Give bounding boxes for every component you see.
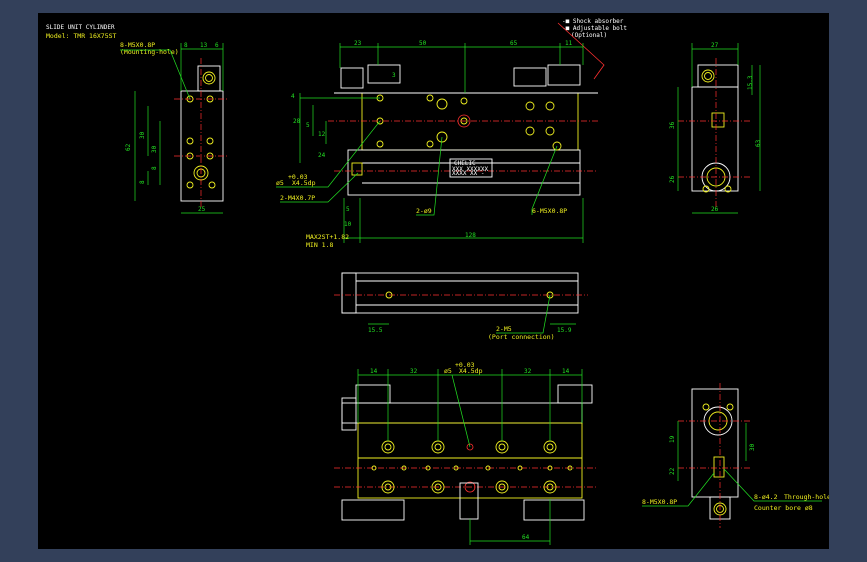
max-stroke-label: MAX2ST+1.82: [306, 233, 349, 241]
left-view: 8 13 6 8-M5X0.8P (Mounting-hole) 62 30 3…: [120, 41, 228, 214]
legend-item-optional: (Optional): [571, 32, 607, 39]
svg-text:63: 63: [755, 139, 762, 147]
svg-text:14: 14: [370, 368, 378, 375]
label-8-m5: 8-M5X0.8P: [642, 498, 677, 506]
svg-text:XXXX XX -: XXXX XX -: [452, 170, 485, 177]
drawing-canvas: .w{stroke:#ffffff;fill:none;stroke-width…: [38, 13, 829, 549]
svg-text:15.9: 15.9: [557, 327, 572, 334]
svg-text:6: 6: [215, 42, 219, 49]
svg-text:15.3: 15.3: [747, 75, 754, 90]
bottom-view: 14 32 32 14 ø5 +0.03 X4.5dp 64: [334, 361, 598, 545]
svg-text:30: 30: [139, 131, 146, 139]
svg-text:3: 3: [392, 72, 396, 79]
svg-text:24: 24: [318, 152, 326, 159]
svg-text:19: 19: [669, 435, 676, 443]
right-view: 27 15.3 63 36 26 26: [669, 42, 762, 214]
svg-text:26: 26: [711, 206, 719, 213]
cad-drawing: .w{stroke:#ffffff;fill:none;stroke-width…: [46, 18, 829, 545]
svg-text:28: 28: [293, 118, 301, 125]
legend-item-bolt: -■ Adjustable bolt: [562, 25, 627, 32]
svg-text:62: 62: [125, 143, 132, 151]
port-label: 2-M5: [496, 325, 512, 333]
svg-text:26: 26: [669, 175, 676, 183]
svg-text:X4.5dp: X4.5dp: [459, 367, 483, 375]
svg-text:36: 36: [669, 121, 676, 129]
length-dim: 128: [465, 232, 476, 239]
legend-item-shock: -■ Shock absorber: [562, 18, 624, 25]
svg-text:4: 4: [291, 93, 295, 100]
svg-text:65: 65: [510, 40, 518, 47]
svg-text:X4.5dp: X4.5dp: [292, 179, 316, 187]
svg-text:50: 50: [419, 40, 427, 47]
model-text: Model: TMR 16X75ST: [46, 32, 117, 40]
svg-text:8: 8: [184, 42, 188, 49]
svg-text:64: 64: [522, 534, 530, 541]
middle-view: 15.5 15.9 2-M5 (Port connection): [334, 272, 588, 341]
svg-text:27: 27: [711, 42, 719, 49]
svg-text:15.5: 15.5: [368, 327, 383, 334]
svg-text:14: 14: [562, 368, 570, 375]
svg-text:13: 13: [200, 42, 208, 49]
label-through-hole: 8-ø4.2: [754, 493, 778, 501]
min-label: MIN 1.8: [306, 241, 333, 249]
svg-text:23: 23: [354, 40, 362, 47]
svg-text:(Mounting-hole): (Mounting-hole): [120, 48, 179, 56]
svg-text:ø5: ø5: [444, 367, 452, 375]
window-frame: .w{stroke:#ffffff;fill:none;stroke-width…: [0, 0, 867, 562]
title-block: SLIDE UNIT CYLINDER Model: TMR 16X75ST: [46, 24, 117, 40]
front-view: CHELIC XXX XXXXXX XXXX XX - 23 50 65 11 …: [276, 40, 598, 249]
svg-text:25: 25: [198, 206, 206, 213]
svg-text:8: 8: [139, 180, 146, 184]
label-6-m5: 6-M5X0.8P: [532, 207, 567, 215]
svg-text:10: 10: [344, 221, 352, 228]
svg-text:32: 32: [410, 368, 418, 375]
svg-text:32: 32: [524, 368, 532, 375]
svg-text:Through-hole: Through-hole: [784, 493, 829, 501]
svg-text:30: 30: [749, 443, 756, 451]
label-2-m4: 2-M4X0.7P: [280, 194, 315, 202]
svg-text:11: 11: [565, 40, 573, 47]
label-2-phi9: 2-ø9: [416, 207, 432, 215]
title-text: SLIDE UNIT CYLINDER: [46, 24, 115, 31]
svg-text:Counter bore ø8: Counter bore ø8: [754, 504, 813, 512]
svg-text:5: 5: [306, 122, 310, 129]
svg-text:12: 12: [318, 131, 326, 138]
svg-text:22: 22: [669, 467, 676, 475]
svg-text:ø5: ø5: [276, 179, 284, 187]
svg-text:30: 30: [151, 145, 158, 153]
svg-text:(Port connection): (Port connection): [488, 333, 555, 341]
svg-text:8: 8: [151, 166, 158, 170]
legend: -■ Shock absorber -■ Adjustable bolt (Op…: [557, 18, 627, 80]
svg-text:5: 5: [346, 206, 350, 213]
bottom-right-view: 19 22 30 8-M5X0.8P 8-ø4.2 Through-hole C…: [642, 383, 829, 528]
